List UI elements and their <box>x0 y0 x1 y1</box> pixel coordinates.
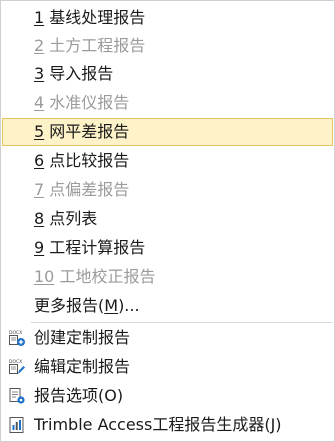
menu-separator <box>31 322 332 323</box>
menu-item-report-7[interactable]: 7 点偏差报告 <box>2 176 333 204</box>
edit-custom-report-label: 编辑定制报告 <box>34 357 131 376</box>
report-generator-icon <box>8 416 26 434</box>
create-custom-report-label: 创建定制报告 <box>34 328 131 347</box>
menu-item-create-custom-report[interactable]: DOCX 创建定制报告 <box>2 324 333 352</box>
report-item-label: 水准仪报告 <box>44 93 130 112</box>
report-item-number: 5 <box>34 122 45 141</box>
menu-item-report-4[interactable]: 4 水准仪报告 <box>2 89 333 117</box>
report-item-number: 4 <box>34 93 45 112</box>
menu-item-report-1[interactable]: 1 基线处理报告 <box>2 4 333 32</box>
menu-item-report-8[interactable]: 8 点列表 <box>2 205 333 233</box>
report-item-number: 6 <box>34 151 45 170</box>
report-options-icon <box>8 387 26 405</box>
menu-item-report-generator[interactable]: Trimble Access工程报告生成器(J) <box>2 411 333 439</box>
report-item-number: 7 <box>34 180 45 199</box>
report-options-label: 报告选项(O) <box>34 386 124 405</box>
reports-context-menu: 1 基线处理报告 2 土方工程报告 3 导入报告 4 水准仪报告 5 网平差报告… <box>0 0 335 442</box>
report-item-number: 1 <box>34 8 45 27</box>
more-reports-label-pre: 更多报告( <box>34 296 105 315</box>
report-generator-label: Trimble Access工程报告生成器(J) <box>34 415 282 434</box>
report-item-label: 点列表 <box>44 209 98 228</box>
menu-item-report-options[interactable]: 报告选项(O) <box>2 382 333 410</box>
more-reports-accel-key: M <box>104 296 119 315</box>
more-reports-label-post: )... <box>118 296 140 315</box>
report-item-label: 工地校正报告 <box>54 267 156 286</box>
docx-add-icon: DOCX <box>8 329 26 347</box>
menu-item-report-9[interactable]: 9 工程计算报告 <box>2 234 333 262</box>
report-item-number: 3 <box>34 64 45 83</box>
menu-item-report-5[interactable]: 5 网平差报告 <box>2 118 333 146</box>
menu-item-report-6[interactable]: 6 点比较报告 <box>2 147 333 175</box>
report-item-label: 导入报告 <box>44 64 114 83</box>
report-item-number: 9 <box>34 238 45 257</box>
report-item-label: 网平差报告 <box>44 122 130 141</box>
report-item-label: 基线处理报告 <box>44 8 146 27</box>
menu-item-report-3[interactable]: 3 导入报告 <box>2 60 333 88</box>
report-item-label: 点比较报告 <box>44 151 130 170</box>
menu-item-report-2[interactable]: 2 土方工程报告 <box>2 32 333 60</box>
report-item-number: 10 <box>34 267 55 286</box>
menu-item-more-reports[interactable]: 更多报告(M)... <box>2 292 333 320</box>
docx-edit-icon: DOCX <box>8 358 26 376</box>
report-item-label: 工程计算报告 <box>44 238 146 257</box>
menu-item-report-10[interactable]: 10 工地校正报告 <box>2 263 333 291</box>
menu-item-edit-custom-report[interactable]: DOCX 编辑定制报告 <box>2 353 333 381</box>
report-item-label: 点偏差报告 <box>44 180 130 199</box>
report-item-label: 土方工程报告 <box>44 36 146 55</box>
report-item-number: 2 <box>34 36 45 55</box>
report-item-number: 8 <box>34 209 45 228</box>
